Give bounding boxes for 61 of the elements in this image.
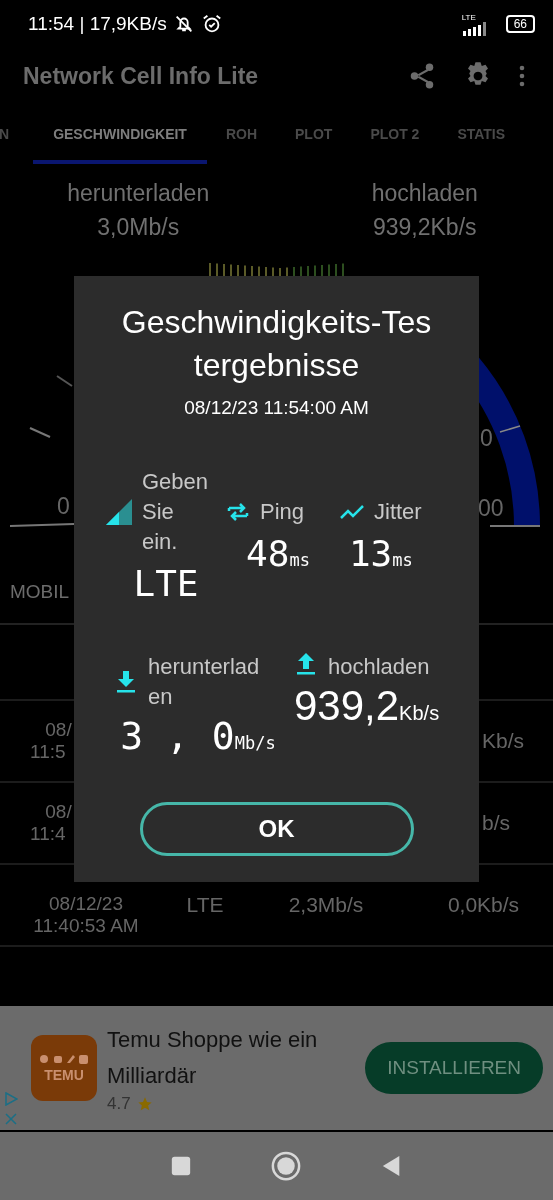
- stat-label: ein.: [142, 528, 179, 556]
- stat-label: en: [148, 683, 174, 711]
- speed-value: 939,2Kb/s: [372, 213, 477, 242]
- test-timestamp: 08/12/23 11:54:00 AM: [184, 397, 369, 419]
- section-label: MOBIL: [10, 581, 70, 603]
- upload-icon: [294, 652, 318, 676]
- battery-indicator: 66: [505, 15, 535, 33]
- stat-label: hochladen: [328, 653, 430, 681]
- tab[interactable]: STATIS: [438, 104, 506, 164]
- date-cell-text: 08/: [44, 801, 72, 823]
- star-icon: [136, 1096, 153, 1112]
- stat-value: 3 , 0: [120, 714, 235, 758]
- network-cell: LTE: [186, 893, 224, 916]
- ad-title: Temu Shoppe wie ein Milliardär: [107, 1026, 319, 1090]
- tab[interactable]: N: [0, 104, 34, 164]
- tab[interactable]: PLOT 2: [351, 104, 439, 164]
- speed-value: 3,0Mb/s: [97, 213, 180, 242]
- unit-label: ms: [392, 550, 413, 570]
- date-cell-text: 08/: [44, 719, 72, 741]
- dialog-title: Geschwindigkeits-Tes: [121, 303, 432, 342]
- scale-label: 0: [480, 425, 493, 451]
- more-options-icon[interactable]: [519, 64, 525, 88]
- upload-cell: 0,0Kb/s: [447, 893, 520, 916]
- install-button[interactable]: INSTALLIEREN: [365, 1042, 543, 1094]
- ok-button[interactable]: OK: [139, 802, 414, 856]
- stat-label: Sie: [142, 498, 175, 526]
- scale-label: 00: [478, 495, 504, 521]
- stat-label: herunterlad: [148, 653, 260, 681]
- download-cell: 2,3Mb/s: [288, 893, 364, 916]
- signal-icon: [106, 499, 132, 525]
- status-time: 11:54 | 17,9KB/s: [28, 13, 167, 35]
- home-icon[interactable]: [271, 1151, 302, 1181]
- tab[interactable]: GESCHWINDIGKEIT: [33, 104, 207, 164]
- unit-label: Kb/s: [399, 702, 440, 725]
- stat-value: LTE: [133, 563, 199, 604]
- upload-cell: Kb/s: [482, 729, 525, 752]
- time-cell: 11:40:53 AM: [33, 915, 139, 937]
- speed-label: hochladen: [371, 179, 478, 208]
- network-type: LTE: [461, 12, 476, 22]
- speed-label: herunterladen: [67, 179, 210, 208]
- date-cell: 08/12/23: [49, 893, 123, 915]
- stat-value: 48: [246, 533, 290, 574]
- stat-label: Jitter: [374, 498, 422, 526]
- stat-value: 13: [348, 533, 393, 574]
- time-cell: 11:5: [30, 741, 66, 763]
- dialog-title: tergebnisse: [193, 346, 360, 385]
- download-icon: [114, 670, 138, 694]
- logo-text: TEMU: [44, 1067, 84, 1083]
- time-cell: 11:4: [30, 823, 66, 845]
- rating-value: 4.7: [107, 1094, 131, 1114]
- stat-value: 939,2: [294, 682, 400, 730]
- tab[interactable]: ROH: [206, 104, 277, 164]
- unit-label: ms: [289, 550, 310, 570]
- recents-icon[interactable]: [169, 1155, 192, 1177]
- app-title: Network Cell Info Lite: [23, 62, 260, 90]
- upload-cell: b/s: [482, 811, 510, 834]
- stat-label: Geben: [142, 468, 209, 496]
- unit-label: Mb/s: [234, 733, 276, 753]
- tab[interactable]: PLOT: [276, 104, 352, 164]
- stat-label: Ping: [260, 498, 305, 526]
- scale-label: 0: [57, 493, 70, 519]
